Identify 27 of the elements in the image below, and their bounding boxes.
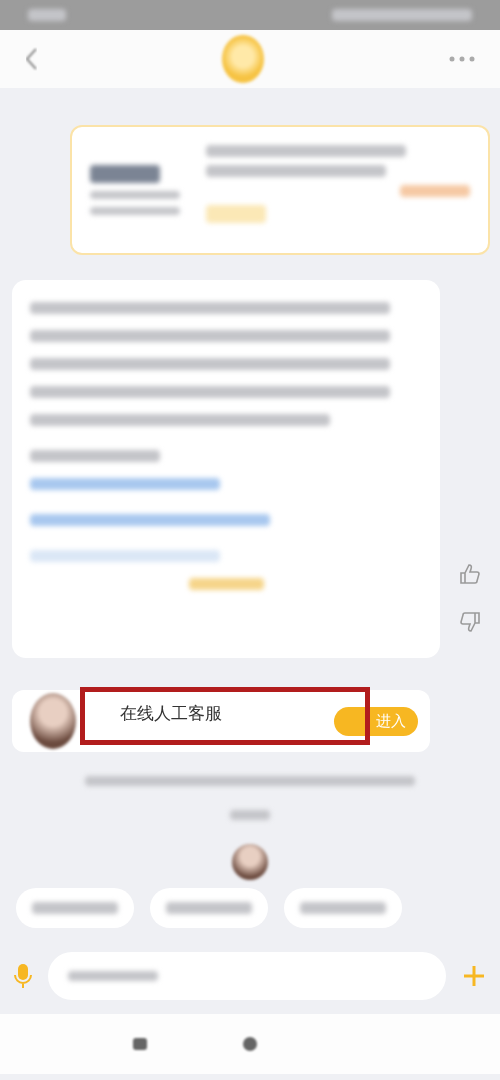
quick-chip[interactable] — [16, 888, 134, 928]
avatar-icon — [30, 693, 76, 749]
blurred-link[interactable] — [188, 578, 264, 590]
blurred-tag — [400, 185, 470, 197]
avatar-icon — [232, 844, 268, 880]
blurred-text — [230, 810, 270, 820]
product-card[interactable] — [70, 125, 490, 255]
blurred-logo — [90, 165, 160, 183]
back-nav-icon[interactable] — [133, 1038, 147, 1050]
message-input[interactable] — [48, 952, 446, 1000]
blurred-text — [28, 9, 66, 21]
mascot-icon — [222, 35, 264, 83]
thumbs-up-icon[interactable] — [458, 562, 482, 586]
thumbs-down-icon[interactable] — [458, 610, 482, 634]
more-icon[interactable] — [448, 55, 476, 63]
blurred-link[interactable] — [30, 550, 220, 562]
blurred-link[interactable] — [30, 478, 220, 490]
microphone-icon[interactable] — [14, 963, 32, 989]
home-nav-icon[interactable] — [243, 1037, 257, 1051]
quick-chip[interactable] — [284, 888, 402, 928]
blurred-link[interactable] — [30, 514, 270, 526]
blurred-tag — [206, 205, 266, 223]
quick-chip[interactable] — [150, 888, 268, 928]
agent-title: 在线人工客服 — [120, 702, 223, 726]
back-icon[interactable] — [24, 47, 38, 71]
plus-icon[interactable] — [462, 964, 486, 988]
enter-button[interactable]: 进入 — [334, 706, 418, 736]
